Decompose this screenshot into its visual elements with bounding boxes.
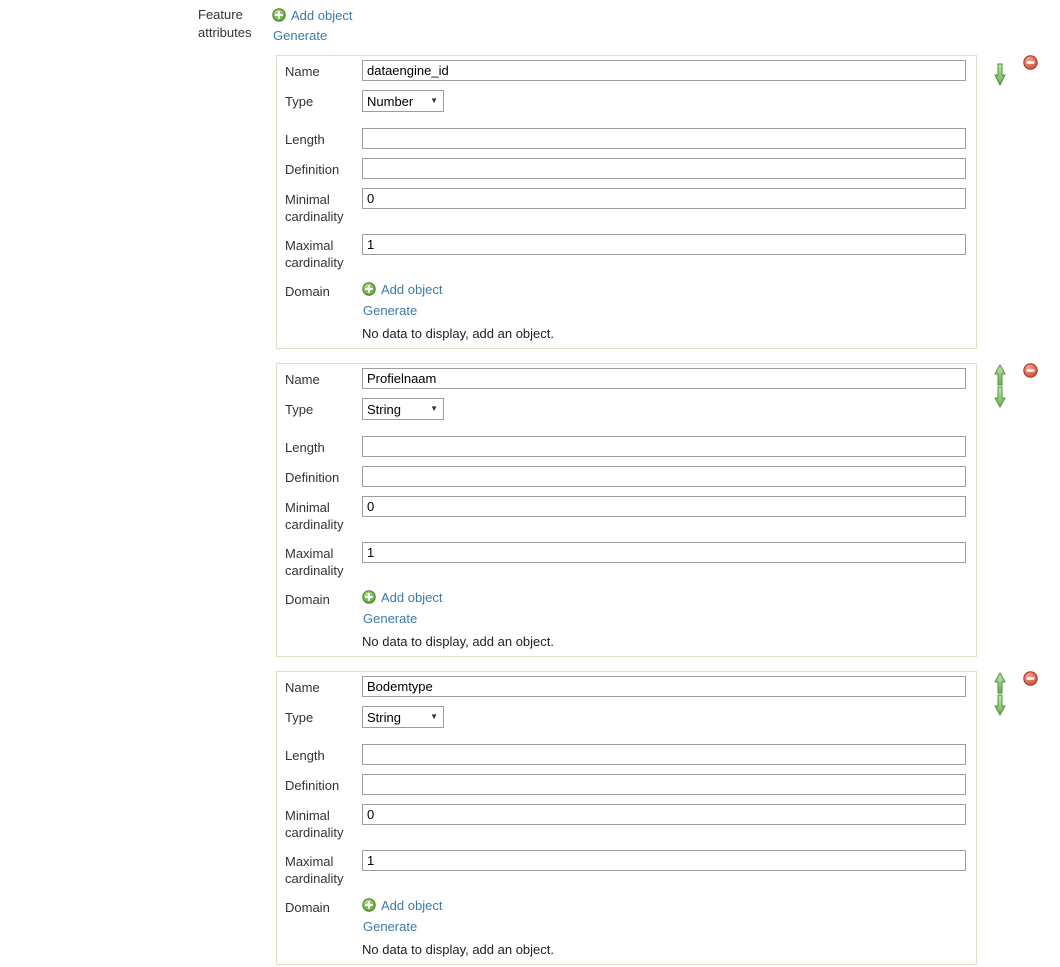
move-down-button[interactable] (994, 694, 1006, 716)
domain-label: Domain (285, 588, 362, 650)
remove-icon (1023, 363, 1038, 378)
remove-attribute-button[interactable] (1023, 363, 1038, 378)
definition-input[interactable] (362, 158, 966, 179)
page: Feature attributes Add object Generate (0, 0, 1060, 967)
name-label: Name (285, 60, 362, 81)
domain-add-object-link[interactable]: Add object (362, 280, 554, 298)
definition-label: Definition (285, 466, 362, 487)
add-object-link[interactable]: Add object (272, 6, 977, 24)
length-label: Length (285, 436, 362, 457)
definition-label: Definition (285, 774, 362, 795)
min-cardinality-input[interactable] (362, 804, 966, 825)
type-label: Type (285, 90, 362, 112)
type-select[interactable]: Number (362, 90, 444, 112)
definition-label: Definition (285, 158, 362, 179)
domain-empty-text: No data to display, add an object. (362, 941, 554, 958)
add-icon (272, 8, 286, 22)
attribute-card: Name Type String ▼ (276, 671, 977, 965)
min-cardinality-label: Minimal cardinality (285, 804, 362, 841)
add-object-label: Add object (291, 8, 352, 23)
domain-add-object-label: Add object (381, 282, 442, 297)
max-cardinality-label: Maximal cardinality (285, 542, 362, 579)
min-cardinality-label: Minimal cardinality (285, 496, 362, 533)
domain-empty-text: No data to display, add an object. (362, 325, 554, 342)
arrow-up-icon (994, 672, 1006, 694)
generate-link[interactable]: Generate (273, 28, 327, 43)
domain-generate-link[interactable]: Generate (363, 303, 417, 318)
domain-add-object-link[interactable]: Add object (362, 896, 554, 914)
name-input[interactable] (362, 60, 966, 81)
domain-label: Domain (285, 896, 362, 958)
attribute-card: Name Type Number ▼ (276, 55, 977, 349)
attribute-block: Name Type String ▼ (270, 363, 977, 657)
type-select[interactable]: String (362, 706, 444, 728)
domain-generate-link[interactable]: Generate (363, 611, 417, 626)
type-label: Type (285, 706, 362, 728)
length-input[interactable] (362, 128, 966, 149)
length-label: Length (285, 744, 362, 765)
length-label: Length (285, 128, 362, 149)
type-select[interactable]: String (362, 398, 444, 420)
add-icon (362, 282, 376, 296)
move-up-button[interactable] (994, 672, 1006, 694)
remove-icon (1023, 55, 1038, 70)
name-input[interactable] (362, 368, 966, 389)
move-down-button[interactable] (994, 63, 1006, 87)
arrow-down-icon (994, 694, 1006, 716)
arrow-down-icon (994, 386, 1006, 408)
add-icon (362, 898, 376, 912)
min-cardinality-input[interactable] (362, 188, 966, 209)
remove-icon (1023, 671, 1038, 686)
length-input[interactable] (362, 436, 966, 457)
domain-add-object-label: Add object (381, 590, 442, 605)
name-label: Name (285, 676, 362, 697)
arrow-down-icon (994, 63, 1006, 87)
max-cardinality-input[interactable] (362, 234, 966, 255)
feature-attributes-actions: Add object Generate (270, 6, 977, 55)
definition-input[interactable] (362, 466, 966, 487)
attribute-block: Name Type String ▼ (270, 671, 977, 965)
max-cardinality-input[interactable] (362, 542, 966, 563)
section-label-feature-attributes: Feature attributes (198, 6, 262, 42)
max-cardinality-label: Maximal cardinality (285, 850, 362, 887)
max-cardinality-label: Maximal cardinality (285, 234, 362, 271)
move-up-button[interactable] (994, 364, 1006, 386)
arrow-up-icon (994, 364, 1006, 386)
domain-empty-text: No data to display, add an object. (362, 633, 554, 650)
domain-add-object-link[interactable]: Add object (362, 588, 554, 606)
min-cardinality-input[interactable] (362, 496, 966, 517)
remove-attribute-button[interactable] (1023, 671, 1038, 686)
add-icon (362, 590, 376, 604)
domain-add-object-label: Add object (381, 898, 442, 913)
name-input[interactable] (362, 676, 966, 697)
length-input[interactable] (362, 744, 966, 765)
move-down-button[interactable] (994, 386, 1006, 408)
definition-input[interactable] (362, 774, 966, 795)
domain-label: Domain (285, 280, 362, 342)
attribute-block: Name Type Number ▼ (270, 55, 977, 349)
max-cardinality-input[interactable] (362, 850, 966, 871)
remove-attribute-button[interactable] (1023, 55, 1038, 70)
min-cardinality-label: Minimal cardinality (285, 188, 362, 225)
domain-generate-link[interactable]: Generate (363, 919, 417, 934)
name-label: Name (285, 368, 362, 389)
type-label: Type (285, 398, 362, 420)
attribute-card: Name Type String ▼ (276, 363, 977, 657)
